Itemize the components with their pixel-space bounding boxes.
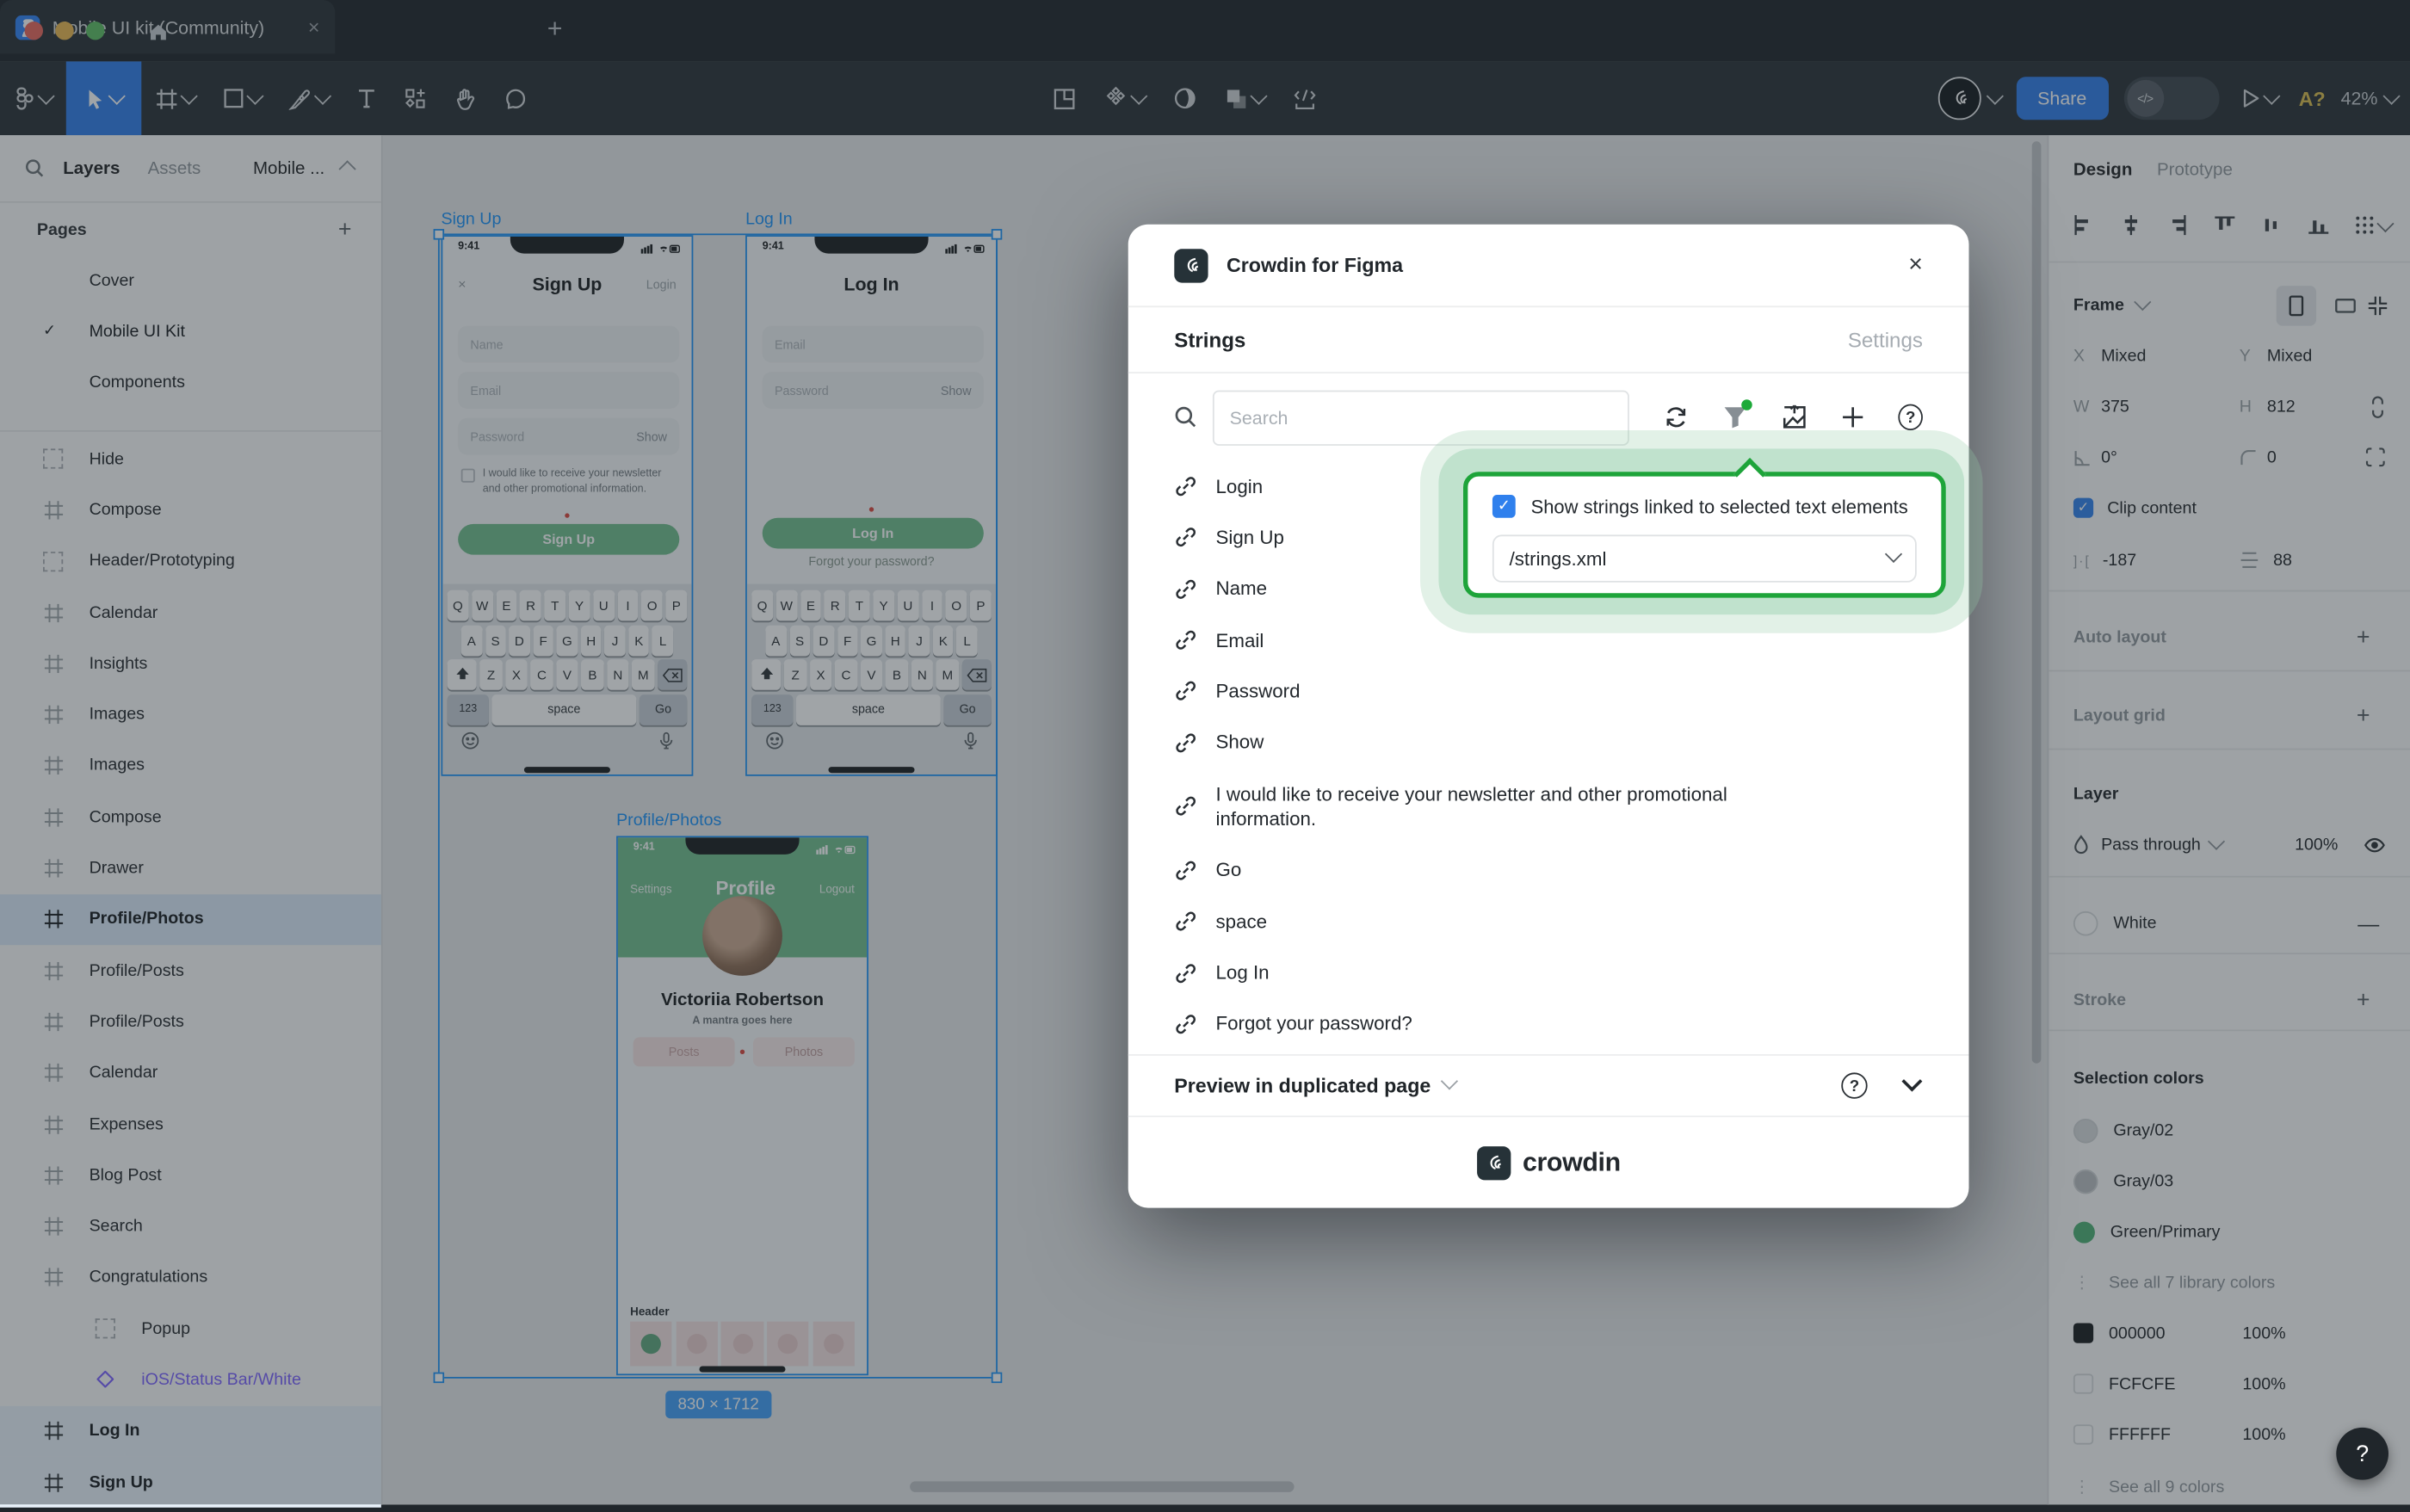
string-text: space <box>1215 910 1267 935</box>
preview-label: Preview in duplicated page <box>1174 1074 1431 1097</box>
crowdin-icon <box>1174 248 1208 281</box>
string-row[interactable]: I would like to receive your newsletter … <box>1128 768 1969 844</box>
link-icon <box>1174 910 1197 934</box>
link-icon <box>1174 731 1197 754</box>
figma-window: Mobile UI kit (Community) × + <box>0 0 2410 1504</box>
crowdin-wordmark: crowdin <box>1523 1147 1621 1178</box>
link-icon <box>1174 628 1197 651</box>
string-row[interactable]: Show <box>1128 717 1969 768</box>
modal-tabs: Strings Settings <box>1128 307 1969 373</box>
help-bubble-button[interactable]: ? <box>2336 1428 2388 1480</box>
preview-help-icon[interactable]: ? <box>1841 1072 1867 1098</box>
linked-strings-label: Show strings linked to selected text ele… <box>1531 496 1908 517</box>
preview-row[interactable]: Preview in duplicated page ? <box>1128 1054 1969 1115</box>
filter-active-dot <box>1741 399 1752 410</box>
string-text: Password <box>1215 679 1300 704</box>
add-string-button[interactable] <box>1841 405 1864 429</box>
upload-button[interactable] <box>1782 404 1808 430</box>
link-icon <box>1174 475 1197 498</box>
link-icon <box>1174 1012 1197 1035</box>
link-icon <box>1174 859 1197 882</box>
string-text: Log In <box>1215 960 1269 985</box>
string-row[interactable]: Go <box>1128 845 1969 896</box>
collapse-chevron-icon[interactable] <box>1901 1079 1923 1093</box>
string-text: Login <box>1215 474 1263 499</box>
string-row[interactable]: Forgot your password? <box>1128 998 1969 1049</box>
string-row[interactable]: Log In <box>1128 947 1969 998</box>
link-icon <box>1174 526 1197 549</box>
tab-strings[interactable]: Strings <box>1174 328 1245 351</box>
string-text: Go <box>1215 858 1241 883</box>
string-text: Show <box>1215 730 1264 755</box>
crowdin-logo-icon <box>1476 1145 1510 1179</box>
link-icon <box>1174 577 1197 601</box>
link-icon <box>1174 795 1197 818</box>
link-icon <box>1174 680 1197 703</box>
modal-title: Crowdin for Figma <box>1227 254 1890 277</box>
filter-button[interactable] <box>1723 405 1748 429</box>
string-text: Sign Up <box>1215 526 1283 551</box>
string-row[interactable]: space <box>1128 896 1969 947</box>
string-text: I would like to receive your newsletter … <box>1215 782 1830 831</box>
file-select[interactable]: /strings.xml <box>1492 534 1917 582</box>
string-row[interactable]: Password <box>1128 666 1969 717</box>
chevron-down-icon <box>1441 1072 1458 1089</box>
string-text: Forgot your password? <box>1215 1012 1412 1037</box>
chevron-down-icon <box>1885 546 1902 563</box>
search-input[interactable] <box>1213 390 1629 445</box>
string-text: Email <box>1215 628 1264 653</box>
modal-close-icon[interactable]: × <box>1908 251 1923 279</box>
search-icon <box>1174 405 1197 429</box>
crowdin-plugin-modal: Crowdin for Figma × Strings Settings ? L… <box>1128 225 1969 1208</box>
modal-footer: crowdin <box>1128 1115 1969 1207</box>
modal-header: Crowdin for Figma × <box>1128 225 1969 307</box>
tab-settings[interactable]: Settings <box>1848 328 1923 351</box>
linked-strings-checkbox[interactable]: ✓ <box>1492 495 1516 518</box>
help-icon[interactable]: ? <box>1898 404 1922 430</box>
filter-popover: ✓ Show strings linked to selected text e… <box>1463 472 1946 597</box>
string-text: Name <box>1215 577 1267 602</box>
link-icon <box>1174 961 1197 984</box>
string-row[interactable]: Email <box>1128 614 1969 665</box>
refresh-button[interactable] <box>1663 404 1689 430</box>
file-select-value: /strings.xml <box>1510 548 1888 570</box>
